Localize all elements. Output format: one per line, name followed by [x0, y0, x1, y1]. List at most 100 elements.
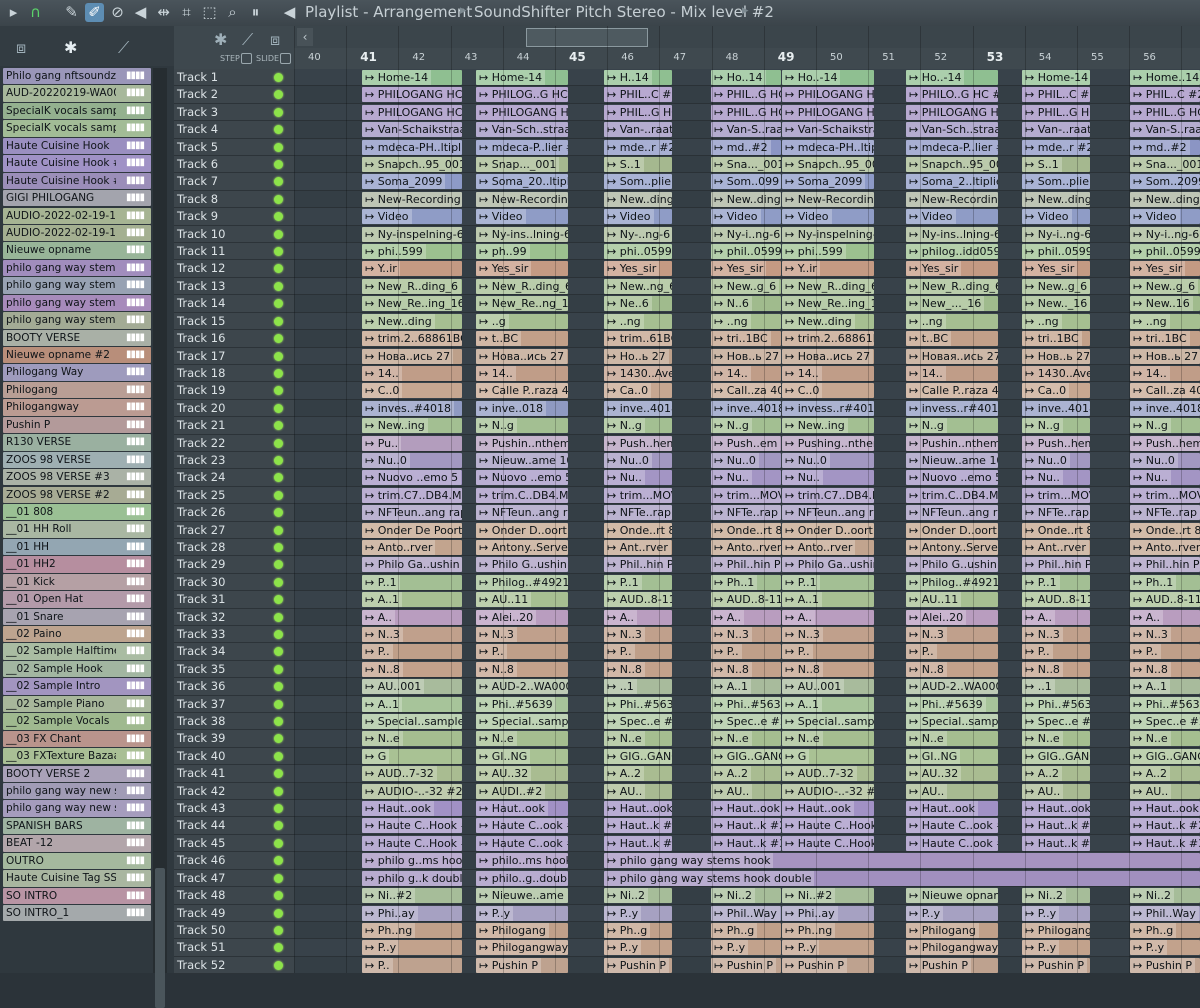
audio-clip-block[interactable]: ↦ A..	[1022, 609, 1090, 625]
audio-clip-block[interactable]: ↦ A..2	[711, 766, 781, 782]
audio-clip-block[interactable]: ↦ New..16	[1130, 296, 1200, 312]
audio-clip-block[interactable]: ↦ phil..0599	[711, 244, 781, 260]
audio-clip-block[interactable]: ↦ Som..099	[711, 174, 781, 190]
audio-clip-block[interactable]: ↦ PHIL..G HC	[1130, 104, 1200, 120]
audio-clip-block[interactable]: ↦ Pushin P	[782, 957, 874, 973]
track-lane[interactable]: ↦ P.. ↦ P.. ↦ P.. ↦ P.. ↦ P.. ↦ P.. ↦ P.. ↦ P..	[294, 643, 1200, 661]
audio-clip-block[interactable]: ↦ Spec..e #2	[604, 714, 672, 730]
track-lane[interactable]: ↦ Nu..0 ↦ Nieuw..ame 10 ↦ Nu..0 ↦ Nu..0 ↦ Nu…	[294, 451, 1200, 470]
track-lane[interactable]: ↦ New..ing ↦ N..g ↦ N..g ↦ N..g ↦ New..ing ↦ …	[294, 417, 1200, 435]
track-lane[interactable]: ↦ Нова..ись 27 ↦ Нова..ись 27 ↦ Но..ь 27 ↦ …	[294, 347, 1200, 365]
track-header[interactable]: Track 5	[174, 138, 294, 157]
audio-clip-block[interactable]: ↦ Phi..ay	[362, 905, 462, 921]
track-mute-led[interactable]	[274, 125, 283, 135]
track-lane[interactable]: ↦ AUD..7-32 ↦ AU..32 ↦ A..2 ↦ A..2 ↦ AUD..7-…	[294, 765, 1200, 783]
track-lane[interactable]: ↦ philo g..k double ↦ philo..g..double ↦ p…	[294, 869, 1200, 888]
track-header[interactable]: Track 17	[174, 347, 294, 365]
clip-item[interactable]: OUTRO ▮▮▮▮	[3, 852, 151, 870]
audio-clip-block[interactable]: ↦ Нова..ись 27	[782, 348, 874, 364]
audio-clip-block[interactable]: ↦ Som..plier	[1022, 174, 1090, 190]
track-mute-led[interactable]	[274, 856, 283, 866]
audio-clip-block[interactable]: ↦ Van-S..raat	[1130, 122, 1200, 138]
track-mute-led[interactable]	[274, 925, 283, 935]
audio-clip-block[interactable]: ↦ N..e	[782, 731, 874, 747]
track-header[interactable]: Track 1	[174, 69, 294, 87]
audio-clip-block[interactable]: ↦ Phi..#5639	[711, 696, 781, 712]
track-lane[interactable]: ↦ Special..sample↦ Special..sample↦ Spec…	[294, 713, 1200, 731]
audio-clip-block[interactable]: ↦ P..	[604, 644, 672, 660]
audio-clip-block[interactable]: ↦ P..	[782, 644, 874, 660]
track-header[interactable]: Track 27	[174, 521, 294, 539]
clip-item[interactable]: SO INTRO_1 ▮▮▮▮	[3, 905, 151, 922]
audio-clip-block[interactable]: ↦ Philo Ga..ushin P	[782, 557, 874, 573]
clip-item[interactable]: __01 Open Hat ▮▮▮▮	[3, 591, 151, 608]
audio-clip-block[interactable]: ↦ Van-S..raat	[711, 122, 781, 138]
track-mute-led[interactable]	[274, 717, 283, 727]
track-lane[interactable]: ↦ AU..001↦ AUD-2..WA0001↦ ..1↦ A..1↦ AU.…	[294, 678, 1200, 696]
track-header[interactable]: Track 41	[174, 765, 294, 783]
audio-clip-block[interactable]: ↦ Ny-i..ng-6	[1130, 226, 1200, 242]
audio-clip-block[interactable]: ↦ philo gang way stems hook double	[604, 870, 1200, 886]
track-mute-led[interactable]	[274, 264, 283, 274]
track-mute-led[interactable]	[274, 560, 283, 570]
track-lane[interactable]: ↦ N..3 ↦ N..3 ↦ N..3 ↦ N..3 ↦ N..3 ↦ N..3 ↦ N.…	[294, 626, 1200, 644]
clip-item[interactable]: SpecialK vocals sample ▮▮▮▮	[3, 102, 151, 120]
audio-clip-block[interactable]: ↦ Onde..rt 8	[604, 522, 672, 538]
audio-clip-block[interactable]: ↦ GIG..GANG	[711, 748, 781, 764]
track-header[interactable]: Track 22	[174, 434, 294, 452]
audio-clip-block[interactable]: ↦ Haut..ook	[1022, 801, 1090, 817]
audio-clip-block[interactable]: ↦ AU..	[1022, 783, 1090, 799]
track-mute-led[interactable]	[274, 107, 283, 117]
audio-clip-block[interactable]: ↦ md..#2	[711, 139, 781, 155]
audio-clip-block[interactable]: ↦ P..y	[782, 940, 874, 956]
track-mute-led[interactable]	[274, 804, 283, 814]
audio-clip-block[interactable]: ↦ A..1	[782, 696, 874, 712]
audio-clip-block[interactable]: ↦ A..1	[1130, 679, 1200, 695]
track-lane[interactable]: ↦ Philo Ga..ushin P ↦ Philo G..ushin P ↦ P…	[294, 556, 1200, 574]
audio-clip-block[interactable]: ↦ PHILOGANG HC #2	[782, 87, 874, 103]
audio-clip-block[interactable]: ↦ 14..	[362, 365, 462, 381]
audio-clip-block[interactable]: ↦ phi..599	[362, 244, 462, 260]
audio-clip-block[interactable]: ↦ Nuovo ..emo 5	[362, 470, 462, 486]
track-header[interactable]: Track 33	[174, 626, 294, 644]
audio-clip-block[interactable]: ↦ PHIL..G HC	[1022, 104, 1090, 120]
track-lane[interactable]: ↦ C..0 ↦ Calle P..raza 40 ↦ Ca..0 ↦ Call..z…	[294, 382, 1200, 400]
track-lane[interactable]: ↦ Ph..ng ↦ Philogang ↦ Ph..g ↦ Ph..g ↦ Ph..n…	[294, 921, 1200, 940]
audio-clip-block[interactable]: ↦ P..y	[1130, 940, 1200, 956]
audio-clip-block[interactable]: ↦ ..ng	[1022, 313, 1090, 329]
audio-clip-block[interactable]: ↦ Ne..6	[604, 296, 672, 312]
track-mute-led[interactable]	[274, 351, 283, 361]
audio-clip-block[interactable]: ↦ AU..	[1130, 783, 1200, 799]
track-lane[interactable]: ↦ N..e ↦ N..e ↦ N..e ↦ N..e ↦ N..e ↦ N..e ↦ N.…	[294, 730, 1200, 748]
audio-clip-block[interactable]: ↦ NFTeun..ang rap	[362, 505, 462, 521]
audio-clip-block[interactable]: ↦ Home-14	[1022, 70, 1090, 85]
track-lane[interactable]: ↦ Van-Schaikstraat ↦ Van-Sch..straat ↦ Van…	[294, 121, 1200, 139]
track-header[interactable]: Track 49	[174, 904, 294, 922]
audio-clip-block[interactable]: ↦ P..y	[604, 905, 672, 921]
track-header[interactable]: Track 14	[174, 295, 294, 313]
audio-clip-block[interactable]: ↦ ..ng	[711, 313, 781, 329]
clip-item[interactable]: SO INTRO ▮▮▮▮	[3, 887, 151, 904]
track-header[interactable]: Track 52	[174, 956, 294, 975]
audio-clip-block[interactable]: ↦ Nu..0	[711, 452, 781, 468]
track-lane[interactable]: ↦ NFTeun..ang rap↦ NFTeun..ang rap↦ NFTe…	[294, 504, 1200, 522]
track-mute-led[interactable]	[274, 542, 283, 552]
select-icon[interactable]: ⬚	[200, 3, 219, 22]
clip-item[interactable]: __01 Kick ▮▮▮▮	[3, 573, 151, 591]
track-mute-led[interactable]	[274, 786, 283, 796]
clip-item[interactable]: SpecialK vocals sample.. ▮▮▮▮	[3, 120, 151, 137]
audio-clip-block[interactable]: ↦ Ny-i..ng-6	[1022, 226, 1090, 242]
audio-clip-block[interactable]: ↦ NFTe..rap	[1130, 505, 1200, 521]
track-mute-led[interactable]	[274, 960, 283, 970]
track-header[interactable]: Track 36	[174, 678, 294, 696]
track-header[interactable]: Track 24	[174, 469, 294, 487]
audio-clip-block[interactable]: ↦ Ni..2	[604, 888, 672, 904]
track-lane[interactable]: ↦ Y..ir ↦ Yes_sir ↦ Yes_sir ↦ Yes_sir ↦ Y..i…	[294, 260, 1200, 278]
track-mute-led[interactable]	[274, 403, 283, 413]
audio-clip-block[interactable]: ↦ Onde..rt 8	[1130, 522, 1200, 538]
audio-clip-block[interactable]: ↦ New-Recording	[782, 191, 874, 207]
mute-icon[interactable]: ◀	[131, 3, 150, 22]
audio-clip-block[interactable]: ↦ Haut..ook	[711, 801, 781, 817]
audio-clip-block[interactable]: ↦ New.._16	[1022, 296, 1090, 312]
audio-clip-block[interactable]: ↦ New_Re..ing_16	[362, 296, 462, 312]
